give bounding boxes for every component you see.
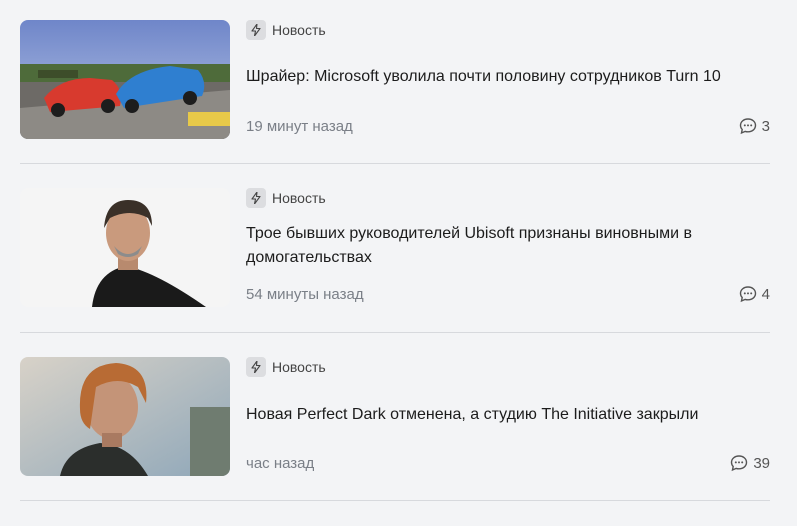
news-item: Новость Шрайер: Microsoft уволила почти … — [20, 20, 770, 189]
racing-cars-image — [20, 20, 230, 139]
comment-count: 39 — [753, 454, 770, 472]
news-feed: Новость Шрайер: Microsoft уволила почти … — [0, 0, 797, 512]
article-thumbnail[interactable] — [20, 188, 230, 307]
divider — [20, 163, 770, 164]
category-label: Новость — [272, 22, 326, 38]
comment-icon — [739, 286, 756, 303]
lightning-icon — [246, 20, 266, 40]
article-time: час назад — [246, 455, 315, 472]
article-thumbnail[interactable] — [20, 20, 230, 139]
article-title[interactable]: Шрайер: Microsoft уволила почти половину… — [246, 65, 766, 89]
category-badge[interactable]: Новость — [246, 188, 326, 208]
article-title[interactable]: Новая Perfect Dark отменена, а студию Th… — [246, 403, 766, 427]
category-label: Новость — [272, 190, 326, 206]
news-item: Новость Трое бывших руководителей Ubisof… — [20, 188, 770, 357]
comment-icon — [739, 118, 756, 135]
comment-count: 3 — [761, 117, 770, 135]
comment-count: 4 — [761, 285, 770, 303]
comments-link[interactable]: 4 — [739, 285, 770, 303]
category-badge[interactable]: Новость — [246, 20, 326, 40]
article-title[interactable]: Трое бывших руководителей Ubisoft призна… — [246, 222, 766, 270]
category-badge[interactable]: Новость — [246, 357, 326, 377]
article-time: 54 минуты назад — [246, 286, 364, 303]
article-time: 19 минут назад — [246, 118, 353, 135]
lightning-icon — [246, 188, 266, 208]
divider — [20, 332, 770, 333]
comments-link[interactable]: 39 — [730, 454, 770, 472]
news-item: Новость Новая Perfect Dark отменена, а с… — [20, 357, 770, 526]
portrait-image — [20, 188, 230, 307]
character-image — [20, 357, 230, 476]
comments-link[interactable]: 3 — [739, 117, 770, 135]
lightning-icon — [246, 357, 266, 377]
article-thumbnail[interactable] — [20, 357, 230, 476]
category-label: Новость — [272, 359, 326, 375]
divider — [20, 500, 770, 501]
comment-icon — [731, 455, 748, 472]
